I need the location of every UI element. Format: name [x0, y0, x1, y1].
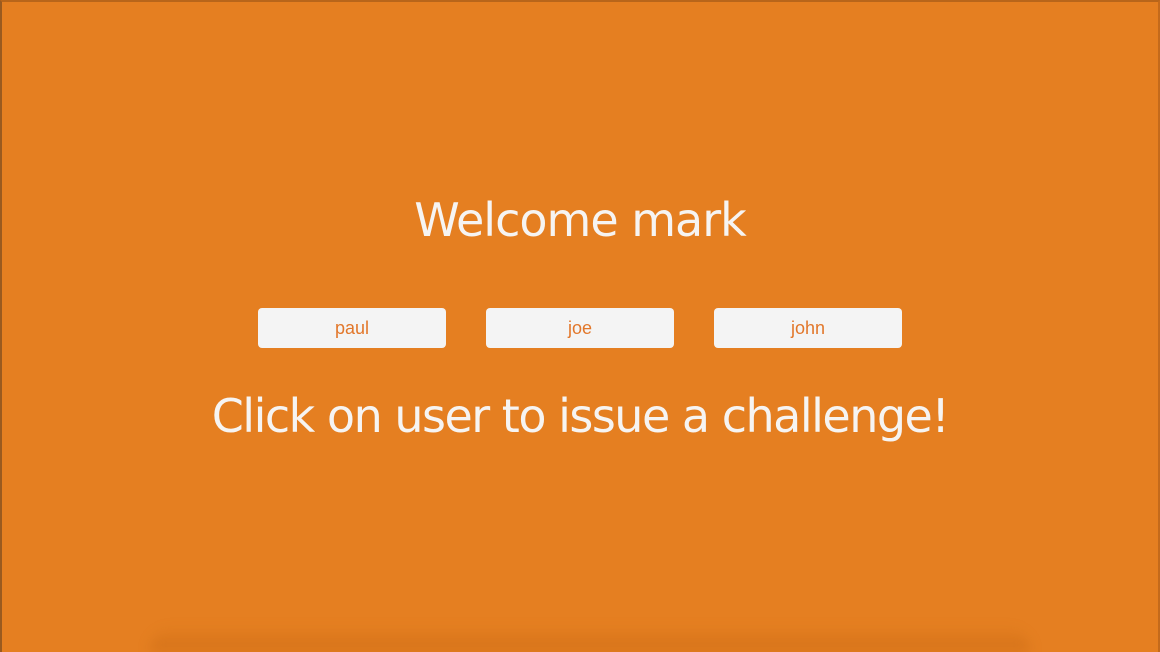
user-button-john[interactable]: john [714, 308, 902, 348]
user-button-paul[interactable]: paul [258, 308, 446, 348]
welcome-heading: Welcome mark [414, 193, 747, 247]
user-button-joe[interactable]: joe [486, 308, 674, 348]
challenge-instruction: Click on user to issue a challenge! [211, 389, 950, 443]
bottom-shadow [150, 626, 1030, 652]
user-list: paul joe john [258, 308, 902, 348]
